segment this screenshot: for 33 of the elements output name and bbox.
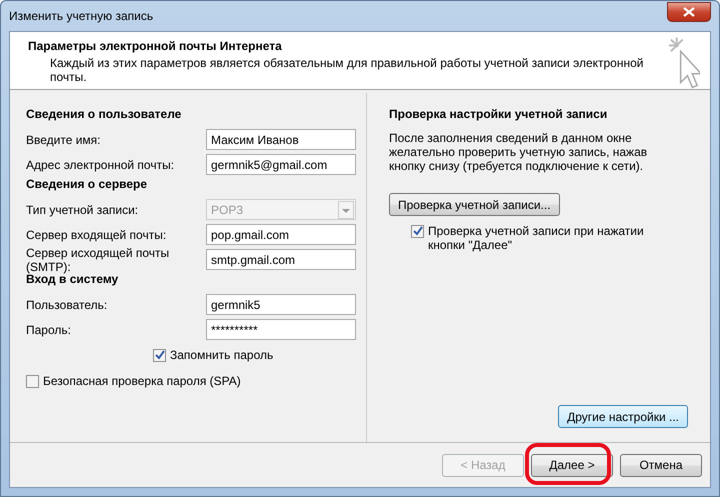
input-field[interactable]: Максим Иванов — [206, 129, 356, 150]
checkbox-label: Безопасная проверка пароля (SPA) — [43, 374, 241, 388]
input-field[interactable]: pop.gmail.com — [206, 224, 356, 245]
checkbox-label: Запомнить пароль — [170, 348, 274, 362]
field-label: Введите имя: — [26, 132, 102, 146]
close-icon — [683, 7, 695, 17]
field-label: Сервер входящей почты: — [26, 228, 168, 242]
field-label: Пользователь: — [26, 298, 108, 312]
checkbox[interactable] — [411, 225, 424, 238]
header-subtitle: Каждый из этих параметров является обязательным для правильной работы учетной записи электронной почты. — [49, 56, 644, 84]
input-field[interactable]: germnik5@gmail.com — [206, 154, 356, 175]
more-settings-button[interactable]: Другие настройки ... — [558, 405, 688, 428]
section-heading: Сведения о пользователе — [26, 107, 182, 123]
field-label: Сервер исходящей почты (SMTP): — [26, 246, 170, 274]
checkbox[interactable] — [26, 375, 39, 388]
input-field[interactable]: smtp.gmail.com — [206, 249, 356, 270]
checkbox[interactable] — [153, 349, 166, 362]
field-label: Адрес электронной почты: — [26, 158, 176, 172]
input-field[interactable]: germnik5 — [206, 294, 356, 315]
header-title: Параметры электронной почты Интернета — [28, 39, 283, 53]
section-heading: Проверка настройки учетной записи — [389, 107, 608, 123]
section-heading: Сведения о сервере — [26, 177, 148, 193]
window-title: Изменить учетную запись — [9, 9, 154, 23]
checkbox-label: Проверка учетной записи при нажатии кнопки "Далее" — [428, 224, 645, 252]
section-heading: Вход в систему — [26, 272, 120, 288]
field-label: Пароль: — [26, 322, 72, 336]
close-button[interactable] — [667, 2, 711, 22]
input-field[interactable]: ********** — [206, 319, 356, 340]
description-text: После заполнения сведений в данном окне желательно проверить учетную запись, нажав кнопку снизу (требуется подключение к сети). — [389, 131, 648, 173]
dialog-button[interactable]: Далее > — [531, 454, 613, 476]
field-label: Тип учетной записи: — [26, 202, 140, 216]
dialog-button[interactable]: Отмена — [620, 454, 702, 476]
test-account-button[interactable]: Проверка учетной записи... — [389, 193, 560, 216]
